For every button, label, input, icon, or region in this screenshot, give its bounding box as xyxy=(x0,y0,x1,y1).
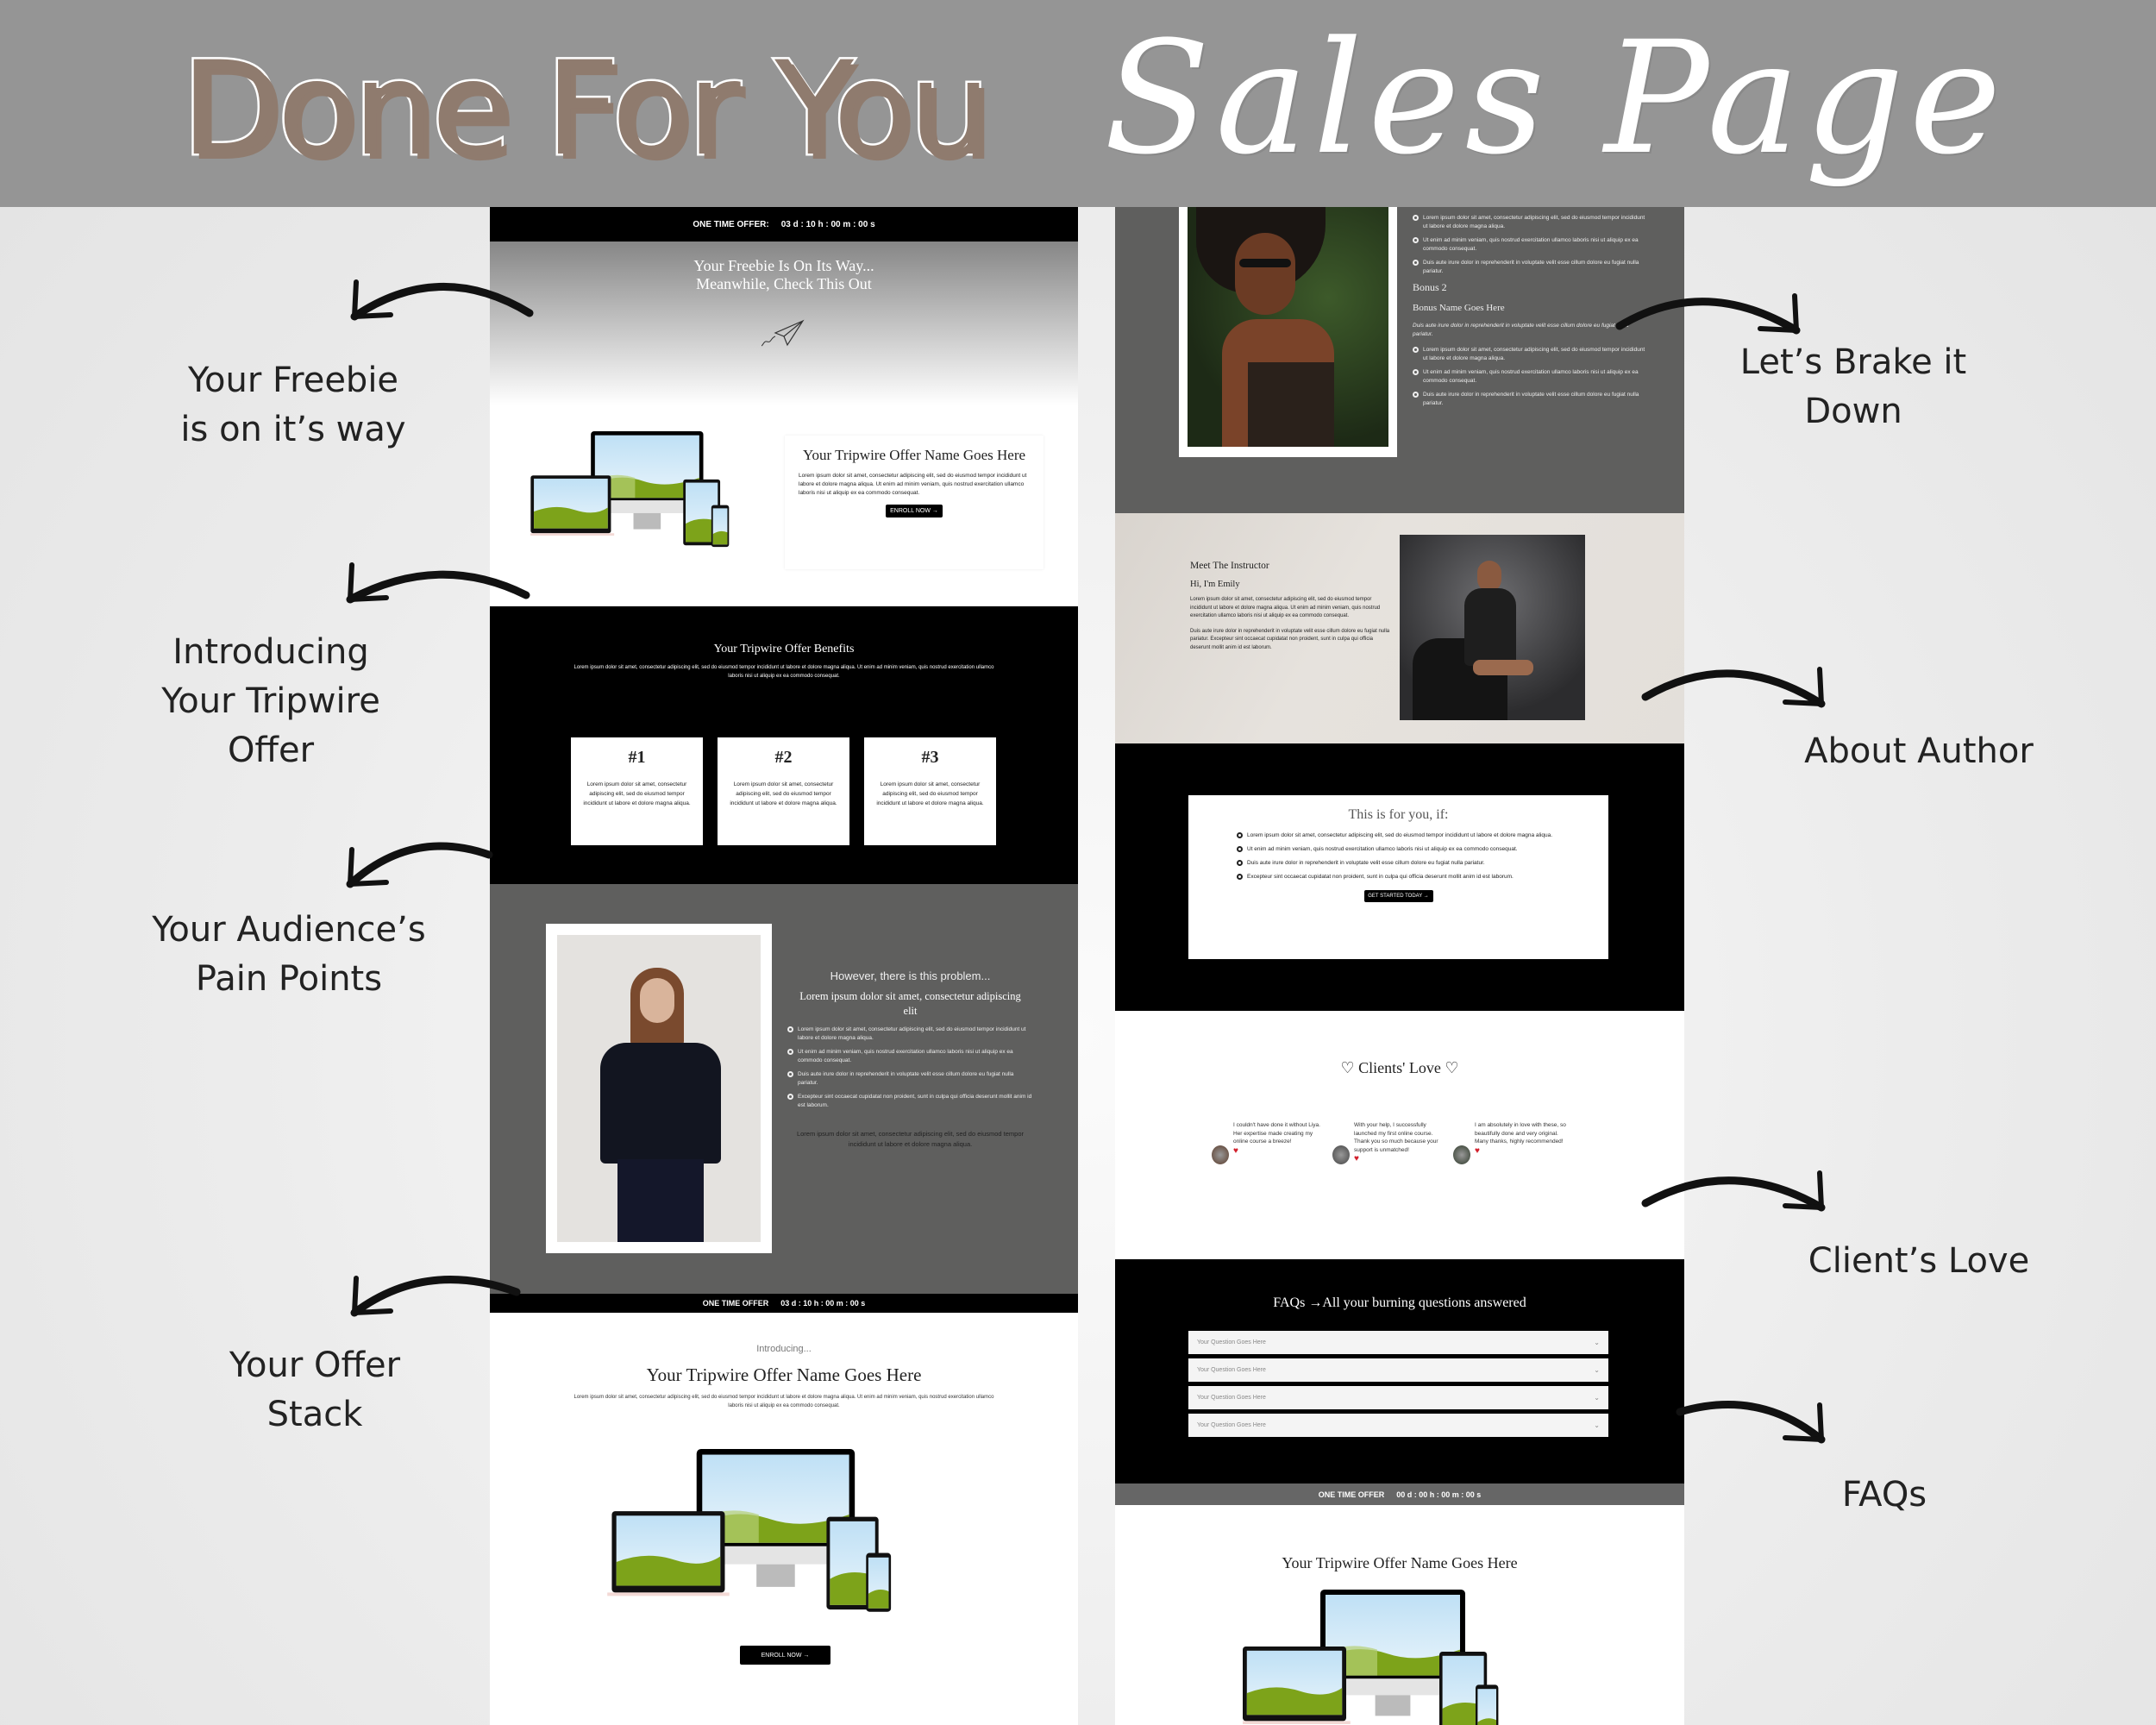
curved-arrow-icon xyxy=(1615,298,1801,335)
curved-arrow-icon xyxy=(350,1276,521,1317)
curved-arrow-icon xyxy=(1641,669,1826,708)
curved-arrow-icon xyxy=(1641,1176,1826,1212)
curved-arrow-icon xyxy=(346,842,493,888)
curved-arrow-icon xyxy=(1676,1401,1826,1444)
arrows-layer xyxy=(346,279,1826,1444)
curved-arrow-icon xyxy=(350,283,534,321)
